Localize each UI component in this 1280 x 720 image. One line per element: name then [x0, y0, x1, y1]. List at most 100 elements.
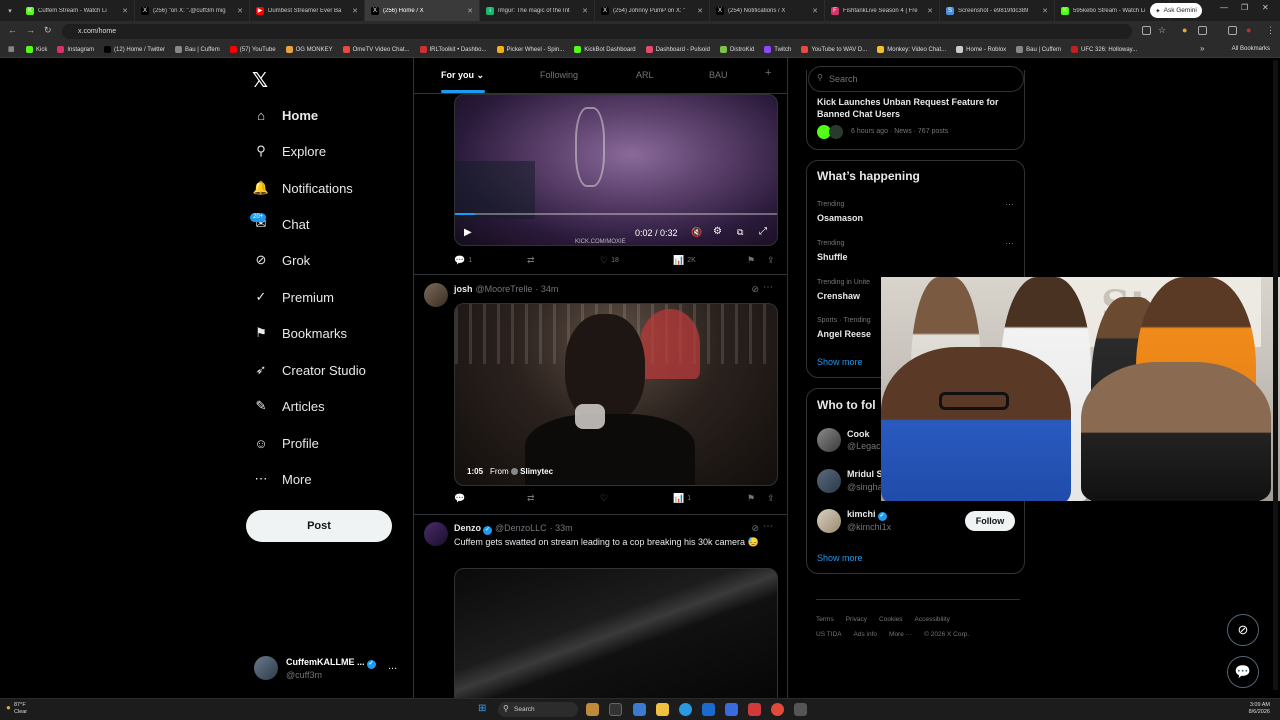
- account-name[interactable]: kimchi ✓: [847, 509, 887, 521]
- footer-link[interactable]: Ads info: [854, 631, 878, 638]
- avatar[interactable]: [817, 469, 841, 493]
- x-logo[interactable]: 𝕏: [252, 68, 268, 92]
- news-headline[interactable]: Kick Launches Unban Request Feature for …: [817, 96, 1007, 120]
- bookmark-item[interactable]: (12) Home / Twitter: [104, 46, 165, 53]
- account-name[interactable]: Mridul S: [847, 469, 883, 479]
- url-input[interactable]: x.com/home: [62, 24, 1132, 39]
- repost-button[interactable]: ⇄: [527, 493, 535, 504]
- reply-button[interactable]: 💬: [454, 493, 465, 504]
- start-icon[interactable]: ⊞: [478, 703, 486, 714]
- browser-tab[interactable]: ▶ Dumbest Streamer Ever Ba ✕: [250, 0, 365, 21]
- views-button[interactable]: 📊 1: [673, 493, 691, 504]
- video-player[interactable]: 1:05 From Slimytec: [454, 303, 778, 486]
- profile-avatar-icon[interactable]: ●: [1246, 25, 1251, 35]
- bookmark-item[interactable]: IRLToolkit • Dashbo...: [419, 46, 487, 53]
- tab-arl[interactable]: ARL: [636, 70, 654, 80]
- widgets-icon[interactable]: [633, 703, 646, 716]
- post-time[interactable]: · 33m: [550, 523, 573, 533]
- bookmark-item[interactable]: Home - Roblox: [956, 46, 1006, 53]
- author-handle[interactable]: @DenzoLLC: [495, 523, 547, 533]
- grok-icon[interactable]: ⊘: [751, 284, 759, 295]
- all-bookmarks-link[interactable]: All Bookmarks: [1232, 46, 1270, 52]
- sidebar-item-creator-studio[interactable]: ➶ Creator Studio: [252, 357, 366, 383]
- sidebar-item-premium[interactable]: ✓ Premium: [252, 284, 334, 310]
- fullscreen-icon[interactable]: ⤢: [759, 226, 767, 237]
- settings-icon[interactable]: [794, 703, 807, 716]
- footer-link[interactable]: Cookies: [879, 616, 902, 623]
- close-window-icon[interactable]: ✕: [1262, 3, 1269, 12]
- tab-for-you[interactable]: For you ⌄: [441, 70, 484, 81]
- file-explorer-icon[interactable]: [656, 703, 669, 716]
- author-handle[interactable]: @MooreTrelle: [476, 284, 533, 294]
- account-name[interactable]: Cook: [847, 429, 870, 439]
- minimize-icon[interactable]: —: [1220, 3, 1228, 12]
- sidebar-item-grok[interactable]: ⊘ Grok: [252, 247, 311, 273]
- extensions-puzzle-icon[interactable]: [1198, 26, 1207, 35]
- bookmark-item[interactable]: (57) YouTube: [229, 46, 276, 53]
- bookmark-item[interactable]: Picker Wheel - Spin...: [496, 46, 564, 53]
- trend-name[interactable]: Crenshaw: [817, 291, 860, 301]
- messages-fab-button[interactable]: 💬: [1227, 656, 1259, 688]
- follow-button[interactable]: Follow: [965, 511, 1015, 531]
- avatar[interactable]: [424, 522, 448, 546]
- close-tab-icon[interactable]: ✕: [467, 7, 473, 15]
- taskbar-search[interactable]: Search: [498, 702, 578, 717]
- bookmark-item[interactable]: UFC 326: Holloway...: [1070, 46, 1137, 53]
- bookmark-star-icon[interactable]: ☆: [1158, 25, 1166, 36]
- footer-link[interactable]: Terms: [816, 616, 834, 623]
- reply-button[interactable]: 💬 1: [454, 255, 472, 266]
- share-button[interactable]: ⇪: [767, 493, 775, 504]
- trend-more-icon[interactable]: ⋯: [1005, 199, 1014, 210]
- settings-gear-icon[interactable]: ⚙: [713, 226, 722, 237]
- add-tab-button[interactable]: +: [765, 67, 771, 79]
- store-icon[interactable]: [702, 703, 715, 716]
- bookmark-item[interactable]: Kick: [26, 46, 47, 53]
- sidebar-toggle-icon[interactable]: [1228, 26, 1237, 35]
- browser-tab[interactable]: X (254) Notifications / X ✕: [710, 0, 825, 21]
- post-time[interactable]: · 34m: [535, 284, 558, 294]
- forward-icon[interactable]: →: [26, 25, 35, 35]
- footer-link[interactable]: Accessibility: [915, 616, 950, 623]
- close-tab-icon[interactable]: ✕: [812, 7, 818, 15]
- account-more-icon[interactable]: ...: [388, 660, 397, 672]
- sidebar-item-more[interactable]: ⋯ More: [252, 466, 312, 492]
- tab-bau[interactable]: BAU: [709, 70, 728, 80]
- close-tab-icon[interactable]: ✕: [237, 7, 243, 15]
- browser-tab[interactable]: X (256) "on X: ".@cuff3m mig ✕: [135, 0, 250, 21]
- author-name[interactable]: josh: [454, 284, 473, 294]
- back-icon[interactable]: ←: [8, 25, 17, 35]
- video-player[interactable]: [454, 568, 778, 698]
- trend-name[interactable]: Osamason: [817, 213, 863, 223]
- scrollbar[interactable]: [1273, 60, 1278, 690]
- avatar[interactable]: [424, 283, 448, 307]
- more-bookmarks-icon[interactable]: »: [1200, 44, 1204, 53]
- extension-icon[interactable]: ●: [1182, 25, 1187, 35]
- weather-widget[interactable]: 87°F Clear: [14, 702, 27, 716]
- avatar[interactable]: [817, 428, 841, 452]
- browser-menu-icon[interactable]: ⋮: [1266, 25, 1275, 36]
- sidebar-item-home[interactable]: ⌂ Home: [252, 102, 318, 128]
- bookmark-item[interactable]: Dashboard - Pulsoid: [645, 46, 710, 53]
- play-icon[interactable]: ▶: [464, 227, 472, 238]
- share-button[interactable]: ⇪: [767, 255, 775, 266]
- close-tab-icon[interactable]: ✕: [352, 7, 358, 15]
- show-more-link[interactable]: Show more: [817, 553, 863, 563]
- avatar[interactable]: [817, 509, 841, 533]
- bookmark-item[interactable]: Instagram: [57, 46, 94, 53]
- browser-tab[interactable]: X (256) Home / X ✕: [365, 0, 480, 21]
- footer-link[interactable]: © 2026 X Corp.: [924, 631, 969, 638]
- tab-search-icon[interactable]: ▾: [0, 0, 20, 21]
- footer-link[interactable]: Privacy: [846, 616, 867, 623]
- author-name[interactable]: Denzo: [454, 523, 481, 533]
- ask-gemini-button[interactable]: ✦ Ask Gemini: [1150, 3, 1202, 18]
- pip-icon[interactable]: ⧉: [737, 227, 743, 238]
- source-account[interactable]: Slimytec: [520, 467, 553, 476]
- bookmark-item[interactable]: Monkey: Video Chat...: [877, 46, 946, 53]
- bookmark-button[interactable]: ⚑: [747, 255, 755, 266]
- bookmark-item[interactable]: Twitch: [764, 46, 791, 53]
- more-icon[interactable]: ⋯: [763, 521, 773, 532]
- bookmark-item[interactable]: DistroKid: [719, 46, 754, 53]
- bookmark-item[interactable]: Bau | Cuffem: [174, 46, 220, 53]
- sidebar-item-explore[interactable]: ⚲ Explore: [252, 138, 326, 164]
- app-icon[interactable]: [725, 703, 738, 716]
